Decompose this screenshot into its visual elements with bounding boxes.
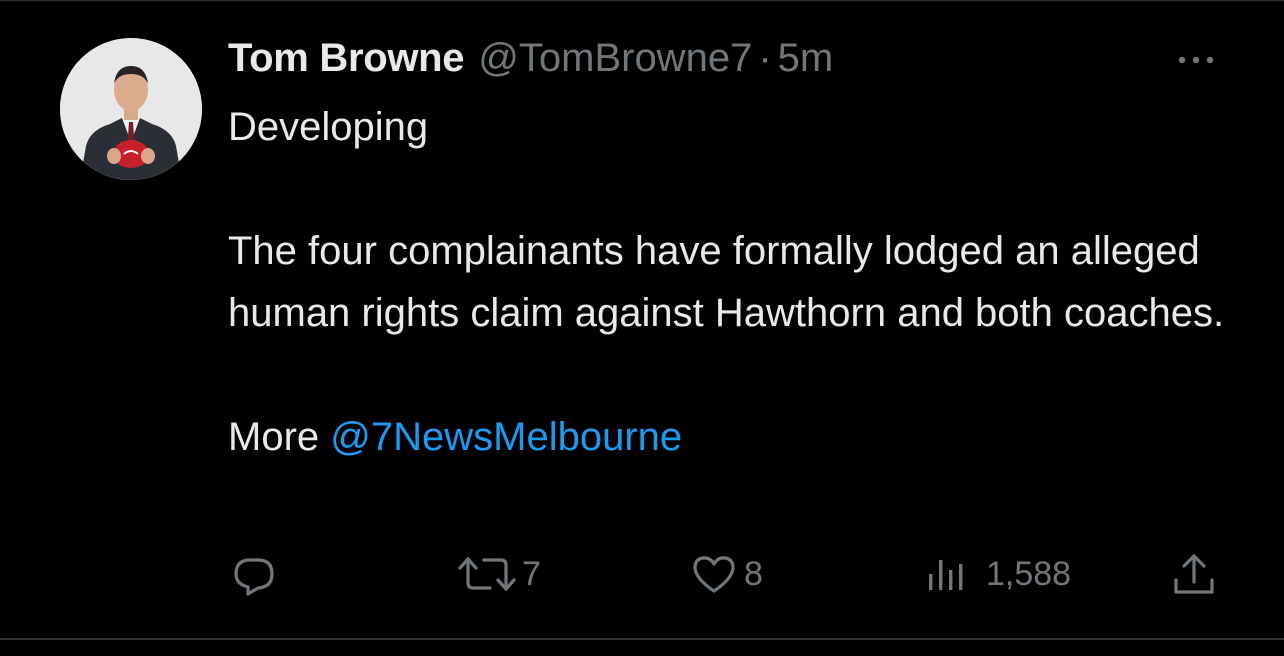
bottom-divider (0, 638, 1284, 640)
more-label: More (228, 415, 331, 459)
views-button[interactable]: 1,588 (926, 544, 1071, 604)
top-divider (0, 0, 1284, 1)
tweet-more-line: More @7NewsMelbourne (228, 406, 1228, 468)
like-count: 8 (744, 554, 763, 593)
tweet-card[interactable]: Tom Browne @TomBrowne7 · 5m Developing T… (0, 0, 1284, 656)
tweet-paragraph: The four complainants have formally lodg… (228, 229, 1225, 335)
avatar-photo (60, 38, 202, 180)
like-button[interactable]: 8 (690, 544, 763, 604)
mention-link[interactable]: @7NewsMelbourne (330, 415, 682, 459)
retweet-button[interactable]: 7 (456, 544, 541, 604)
retweet-count: 7 (522, 554, 541, 593)
views-bar-chart-icon (929, 560, 963, 590)
share-button[interactable] (1170, 544, 1218, 604)
reply-button[interactable] (230, 544, 278, 604)
tweet-header: Tom Browne @TomBrowne7 · 5m (228, 36, 833, 86)
avatar[interactable] (60, 38, 202, 180)
more-options-icon[interactable] (1172, 46, 1220, 74)
reply-icon (234, 558, 274, 596)
author-display-name[interactable]: Tom Browne (228, 36, 465, 81)
tweet-line-developing: Developing (228, 105, 429, 149)
heart-icon (693, 556, 735, 593)
views-count: 1,588 (986, 554, 1072, 593)
tweet-timestamp[interactable]: 5m (778, 36, 834, 81)
action-bar: 7 8 1,588 (0, 544, 1284, 604)
author-handle[interactable]: @TomBrowne7 (478, 36, 752, 81)
header-separator: · (758, 36, 772, 80)
retweet-icon (458, 557, 516, 591)
tweet-text: Developing The four complainants have fo… (228, 96, 1228, 468)
share-upload-icon (1174, 554, 1214, 594)
